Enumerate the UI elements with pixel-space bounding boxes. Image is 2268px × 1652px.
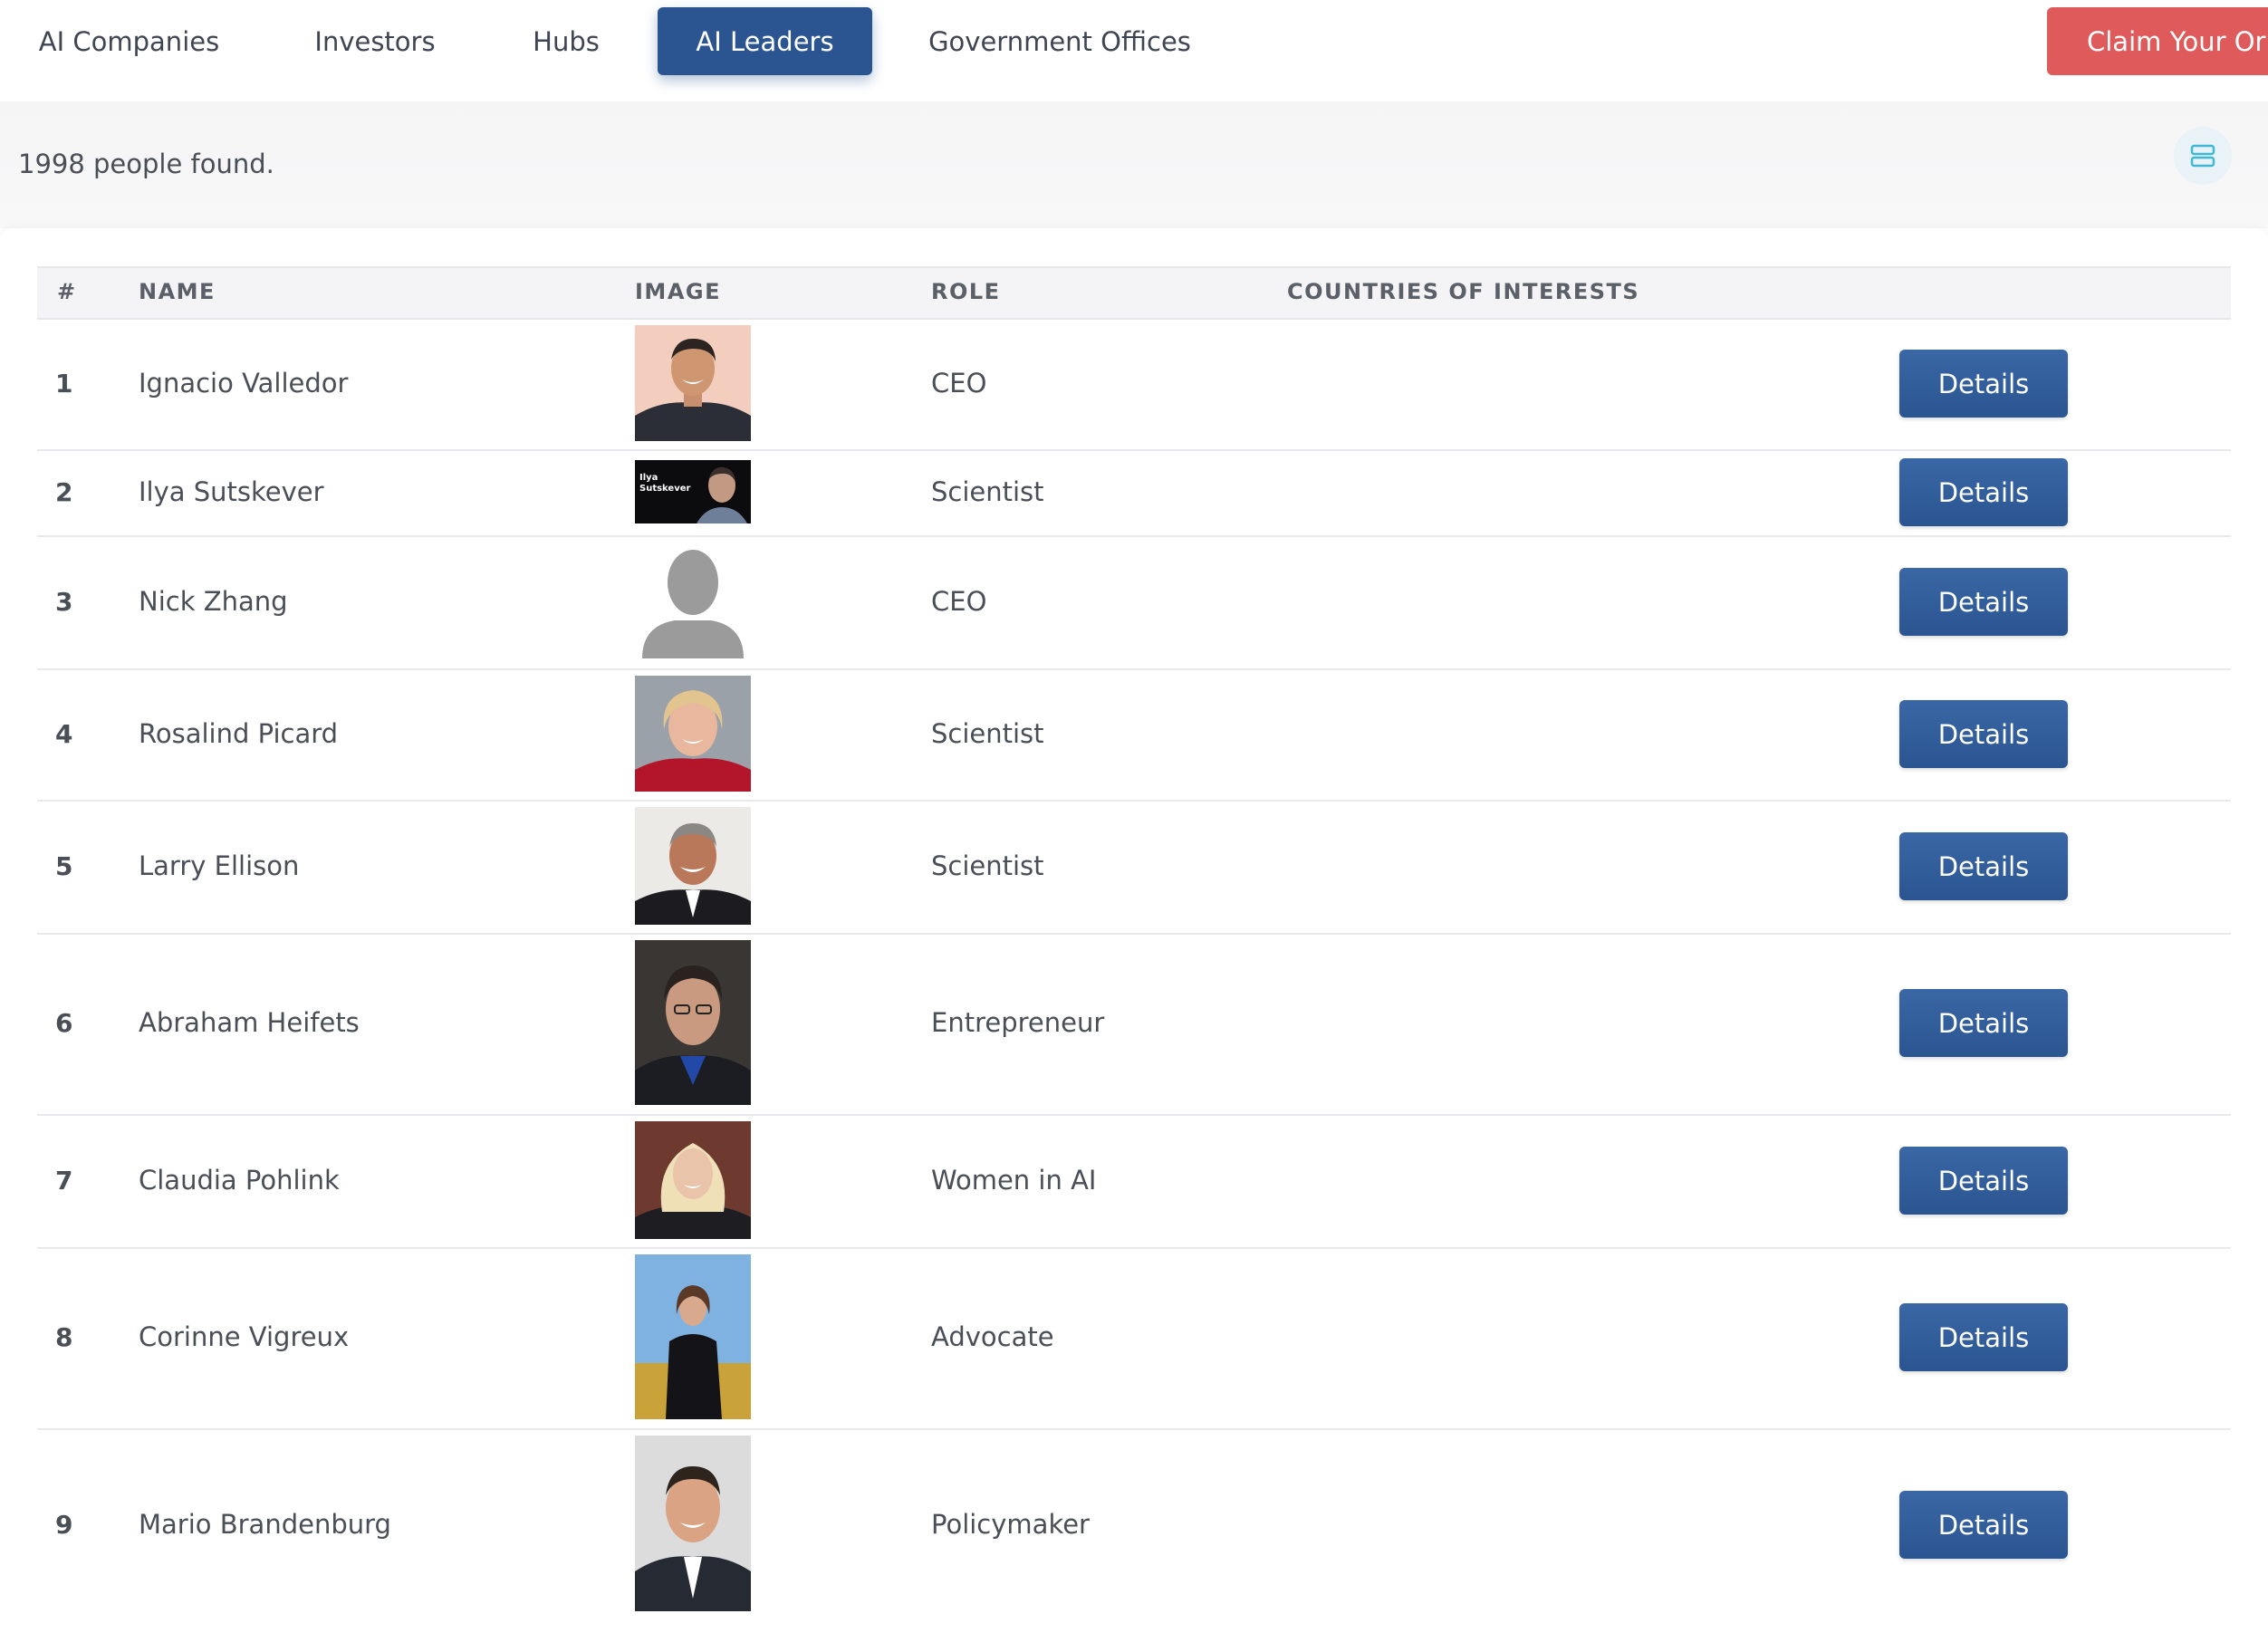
tab-ai-leaders[interactable]: AI Leaders [658, 7, 872, 75]
leader-name: Abraham Heifets [139, 1007, 360, 1038]
row-number: 8 [55, 1322, 73, 1352]
details-button[interactable]: Details [1899, 1491, 2068, 1559]
table-row: 3 Nick Zhang CEO Details [37, 535, 2231, 670]
header-name: NAME [139, 279, 216, 304]
claim-your-organization-button[interactable]: Claim Your Or [2047, 7, 2268, 75]
leader-name: Rosalind Picard [139, 718, 339, 749]
tab-investors[interactable]: Investors [290, 7, 460, 75]
row-number: 4 [55, 719, 73, 749]
details-button[interactable]: Details [1899, 458, 2068, 526]
leader-photo [635, 807, 751, 925]
avatar-placeholder-icon [635, 543, 751, 660]
table-row: 6 Abraham Heifets Entrepreneur Details [37, 933, 2231, 1116]
leaders-table: # NAME IMAGE ROLE COUNTRIES OF INTERESTS… [0, 228, 2268, 1652]
table-header: # NAME IMAGE ROLE COUNTRIES OF INTERESTS [37, 266, 2231, 320]
top-navigation: AI Companies Investors Hubs AI Leaders G… [0, 0, 2268, 101]
leader-photo: Ilya Sutskever [635, 460, 751, 523]
leader-role: Scientist [931, 476, 1044, 507]
details-button[interactable]: Details [1899, 700, 2068, 768]
leader-name: Ilya Sutskever [139, 476, 324, 507]
table-row: 1 Ignacio Valledor CEO Details [37, 318, 2231, 451]
row-number: 7 [55, 1166, 73, 1196]
leader-name: Nick Zhang [139, 586, 288, 617]
leader-role: Policymaker [931, 1509, 1090, 1540]
leader-photo [635, 325, 751, 441]
details-button[interactable]: Details [1899, 350, 2068, 418]
header-image: IMAGE [635, 279, 721, 304]
results-summary-bar: 1998 people found. [0, 101, 2268, 228]
leader-photo [635, 676, 751, 792]
leader-photo [635, 940, 751, 1105]
photo-caption: Ilya Sutskever [639, 473, 691, 494]
leader-role: Entrepreneur [931, 1007, 1105, 1038]
row-number: 5 [55, 851, 73, 881]
table-row: 5 Larry Ellison Scientist Details [37, 800, 2231, 935]
table-row: 7 Claudia Pohlink Women in AI Details [37, 1114, 2231, 1249]
leader-name: Larry Ellison [139, 850, 300, 881]
details-button[interactable]: Details [1899, 568, 2068, 636]
tab-hubs[interactable]: Hubs [507, 7, 625, 75]
table-row: 9 Mario Brandenburg Policymaker Details [37, 1428, 2231, 1622]
leader-name: Claudia Pohlink [139, 1165, 340, 1196]
leader-name: Ignacio Valledor [139, 368, 349, 399]
details-button[interactable]: Details [1899, 1303, 2068, 1371]
table-row: 2 Ilya Sutskever Ilya Sutskever Scientis… [37, 449, 2231, 537]
row-number: 1 [55, 369, 73, 399]
details-button[interactable]: Details [1899, 832, 2068, 900]
leader-name: Mario Brandenburg [139, 1509, 391, 1540]
view-toggle-button[interactable] [2174, 127, 2232, 185]
row-number: 6 [55, 1008, 73, 1038]
header-number: # [57, 279, 77, 304]
table-row: 4 Rosalind Picard Scientist Details [37, 668, 2231, 802]
results-count: 1998 people found. [18, 149, 274, 179]
details-button[interactable]: Details [1899, 1147, 2068, 1215]
row-number: 2 [55, 477, 73, 507]
details-button[interactable]: Details [1899, 989, 2068, 1057]
leader-role: Women in AI [931, 1165, 1097, 1196]
leader-photo [635, 1121, 751, 1239]
row-number: 3 [55, 587, 73, 617]
list-view-icon [2190, 144, 2215, 168]
header-countries: COUNTRIES OF INTERESTS [1287, 279, 1640, 304]
leader-photo [635, 1254, 751, 1419]
tab-government-offices[interactable]: Government Offices [910, 7, 1209, 75]
leader-role: CEO [931, 368, 987, 399]
leader-role: CEO [931, 586, 987, 617]
header-role: ROLE [931, 279, 1001, 304]
leader-role: Advocate [931, 1321, 1054, 1352]
leader-role: Scientist [931, 718, 1044, 749]
leader-photo [635, 1436, 751, 1611]
row-number: 9 [55, 1510, 73, 1540]
tab-ai-companies[interactable]: AI Companies [18, 7, 240, 75]
leader-name: Corinne Vigreux [139, 1321, 350, 1352]
table-row: 8 Corinne Vigreux Advocate Details [37, 1247, 2231, 1430]
leader-role: Scientist [931, 850, 1044, 881]
